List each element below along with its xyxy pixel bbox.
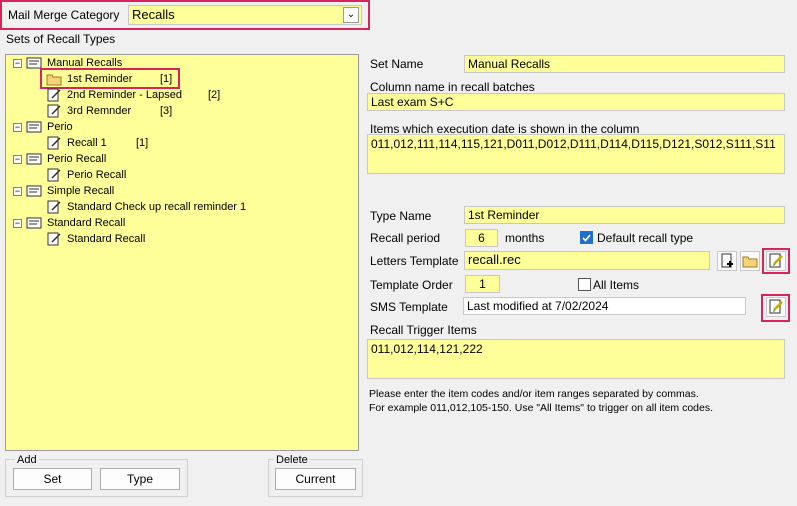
edit-document-icon <box>47 104 61 118</box>
chevron-down-icon[interactable]: ⌄ <box>343 7 359 23</box>
help-text-line2: For example 011,012,105-150. Use "All It… <box>369 402 714 414</box>
tree-count: [3] <box>160 105 173 117</box>
recall-set-icon <box>26 153 42 165</box>
category-value: Recalls <box>132 7 175 22</box>
sms-template-field[interactable]: Last modified at 7/02/2024 <box>463 297 746 315</box>
collapse-icon[interactable]: − <box>13 187 22 196</box>
new-document-icon[interactable] <box>717 251 737 271</box>
edit-document-icon <box>47 168 61 182</box>
collapse-icon[interactable]: − <box>13 123 22 132</box>
default-recall-checkbox[interactable] <box>580 231 593 244</box>
add-group-title: Add <box>15 452 39 468</box>
recall-period-field[interactable]: 6 <box>465 229 498 247</box>
edit-document-icon <box>47 200 61 214</box>
tree-item-simple-recall[interactable]: Simple Recall <box>47 183 114 199</box>
tree-item-standard-recall-set[interactable]: Standard Recall <box>47 215 125 231</box>
all-items-checkbox[interactable] <box>578 278 591 291</box>
recall-set-icon <box>26 121 42 133</box>
tree-count: [1] <box>136 137 149 149</box>
type-name-field[interactable]: 1st Reminder <box>464 206 785 224</box>
letters-template-field[interactable]: recall.rec <box>464 251 710 270</box>
template-order-label: Template Order <box>370 278 453 292</box>
tree-count: [2] <box>208 89 221 101</box>
tree-item-2nd-reminder[interactable]: 2nd Reminder - Lapsed <box>67 87 182 103</box>
set-name-label: Set Name <box>370 57 424 71</box>
items-value: 011,012,111,114,115,121,D011,D012,D111,D… <box>371 137 776 151</box>
checkmark-icon <box>582 234 591 242</box>
delete-group-title: Delete <box>274 452 310 468</box>
tree-item-1st-reminder[interactable]: 1st Reminder <box>67 71 132 87</box>
tree-item-3rd-reminder[interactable]: 3rd Remnder <box>67 103 131 119</box>
edit-document-icon <box>47 232 61 246</box>
recall-set-icon <box>26 185 42 197</box>
template-order-field[interactable]: 1 <box>465 275 500 293</box>
tree-item-standard-recall[interactable]: Standard Recall <box>67 231 145 247</box>
sets-title: Sets of Recall Types <box>6 32 116 46</box>
edit-sms-template-icon[interactable] <box>766 297 786 317</box>
tree-item-perio-recall-set[interactable]: Perio Recall <box>47 151 106 167</box>
tree-item-standard-checkup[interactable]: Standard Check up recall reminder 1 <box>67 199 246 215</box>
letters-template-label: Letters Template <box>370 254 459 268</box>
type-name-label: Type Name <box>370 209 432 223</box>
recall-period-label: Recall period <box>370 231 441 245</box>
category-select[interactable]: Recalls ⌄ <box>128 5 362 25</box>
tree-item-recall-1[interactable]: Recall 1 <box>67 135 107 151</box>
edit-document-icon <box>47 88 61 102</box>
edit-letter-template-icon[interactable] <box>766 251 786 271</box>
items-field[interactable]: 011,012,111,114,115,121,D011,D012,D111,D… <box>367 134 785 174</box>
sms-template-label: SMS Template <box>370 300 448 314</box>
all-items-label: All Items <box>593 278 640 292</box>
tree-item-perio[interactable]: Perio <box>47 119 73 135</box>
recall-set-icon <box>26 217 42 229</box>
set-name-field[interactable]: Manual Recalls <box>464 55 785 73</box>
collapse-icon[interactable]: − <box>13 155 22 164</box>
trigger-items-value: 011,012,114,121,222 <box>371 342 483 356</box>
open-folder-icon <box>46 74 62 86</box>
add-set-button[interactable]: Set <box>13 468 92 490</box>
open-folder-icon[interactable] <box>740 251 760 271</box>
collapse-icon[interactable]: − <box>13 219 22 228</box>
months-label: months <box>505 231 545 245</box>
edit-document-icon <box>47 136 61 150</box>
trigger-items-field[interactable]: 011,012,114,121,222 <box>367 339 785 379</box>
add-type-button[interactable]: Type <box>100 468 180 490</box>
column-name-field[interactable]: Last exam S+C <box>367 93 785 111</box>
delete-current-button[interactable]: Current <box>275 468 356 490</box>
trigger-items-label: Recall Trigger Items <box>370 323 477 337</box>
default-recall-label: Default recall type <box>597 231 694 245</box>
collapse-icon[interactable]: − <box>13 59 22 68</box>
tree-item-perio-recall[interactable]: Perio Recall <box>67 167 126 183</box>
tree-count: [1] <box>160 73 173 85</box>
category-label: Mail Merge Category <box>8 8 120 22</box>
recall-tree[interactable]: − Manual Recalls 1st Reminder [1] 2nd Re… <box>5 54 359 451</box>
